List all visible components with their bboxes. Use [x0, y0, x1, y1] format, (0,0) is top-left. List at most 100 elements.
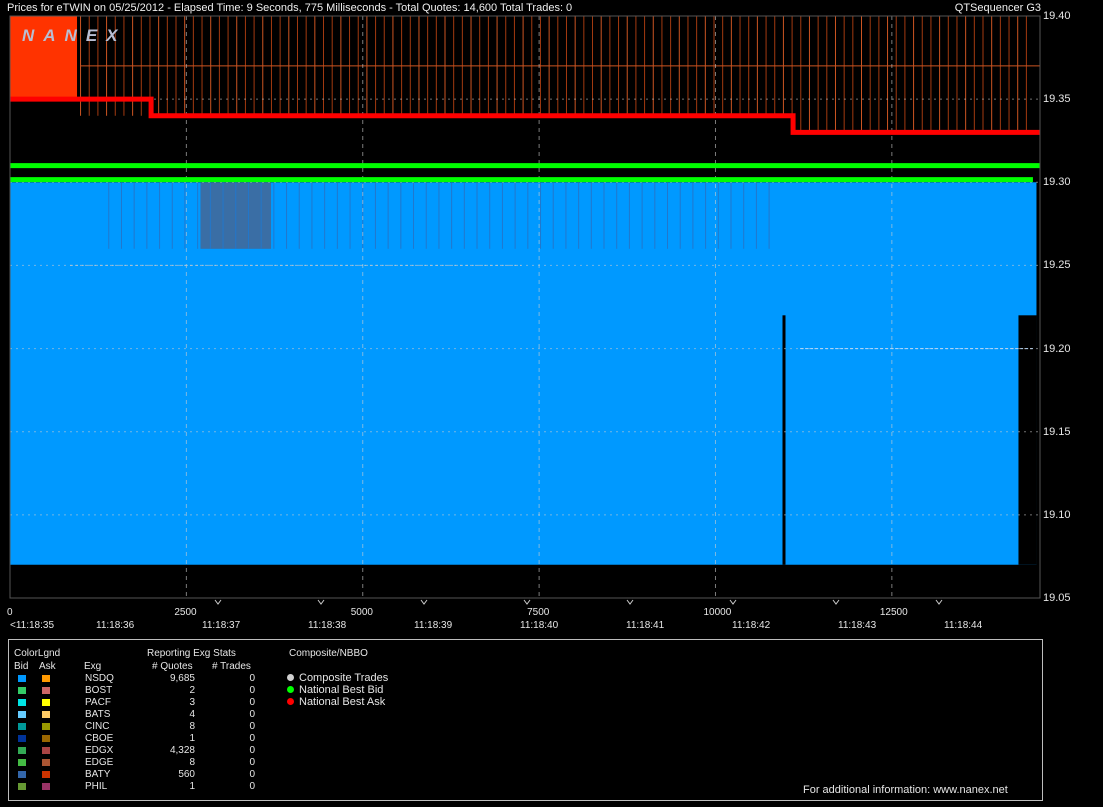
y-tick-label: 19.05 [1043, 592, 1071, 604]
bid-color-swatch [18, 699, 26, 706]
ask-color-swatch [42, 699, 50, 706]
exchange-exg: BATS [85, 709, 111, 720]
exchange-exg: BOST [85, 685, 113, 696]
exchange-quotes: 1 [189, 733, 195, 744]
exchange-exg: CBOE [85, 733, 114, 744]
bid-color-swatch [18, 783, 26, 790]
bid-color-swatch [18, 747, 26, 754]
ask-color-swatch [42, 759, 50, 766]
x-time-label: 11:18:39 [414, 620, 453, 631]
y-tick-label: 19.30 [1043, 176, 1071, 189]
price-chart [9, 15, 1041, 605]
exg-column-header: Exg [84, 661, 102, 672]
exchange-trades: 0 [249, 709, 255, 720]
bid-color-swatch [18, 711, 26, 718]
ask-color-swatch [42, 675, 50, 682]
nanex-logo: NANEX [22, 26, 127, 45]
x-time-label: 11:18:38 [308, 620, 347, 631]
nbbo-label: National Best Bid [299, 684, 384, 696]
ask-color-swatch [42, 711, 50, 718]
bid-color-swatch [18, 675, 26, 682]
ask-color-swatch [42, 747, 50, 754]
exchange-exg: CINC [85, 721, 110, 732]
x-tick-label: 12500 [879, 607, 908, 618]
nbbo-color-dot [287, 698, 294, 705]
nbbo-color-dot [287, 686, 294, 693]
bid-color-swatch [18, 723, 26, 730]
bid-column-header: Bid [14, 661, 29, 672]
exchange-trades: 0 [249, 757, 255, 768]
nbbo-title: Composite/NBBO [289, 648, 368, 659]
exchange-exg: BATY [85, 769, 111, 780]
exchange-quotes: 8 [189, 721, 195, 732]
ask-column-header: Ask [39, 661, 56, 672]
exchange-exg: EDGX [85, 745, 114, 756]
nbbo-label: National Best Ask [299, 696, 386, 708]
x-tick-label: 10000 [703, 607, 732, 618]
exchange-exg: PACF [85, 697, 111, 708]
x-time-label: 11:18:40 [520, 620, 559, 631]
ask-color-swatch [42, 735, 50, 742]
exchange-trades: 0 [249, 697, 255, 708]
time-marker [523, 599, 531, 605]
time-marker [832, 599, 840, 605]
bid-area [10, 182, 1037, 565]
exchange-trades: 0 [249, 769, 255, 780]
exchange-quotes: 4 [189, 709, 195, 720]
time-marker [626, 599, 634, 605]
x-time-label: 11:18:43 [838, 620, 877, 631]
ask-color-swatch [42, 771, 50, 778]
x-tick-label: 5000 [350, 607, 373, 618]
bid-color-swatch [18, 759, 26, 766]
exchange-quotes: 3 [189, 697, 195, 708]
exchange-quotes: 9,685 [169, 673, 195, 684]
exchange-trades: 0 [249, 721, 255, 732]
ask-color-swatch [42, 687, 50, 694]
y-tick-label: 19.25 [1043, 259, 1071, 272]
exchange-quotes: 8 [189, 757, 195, 768]
nbbo-color-dot [287, 674, 294, 681]
x-tick-label: 2500 [174, 607, 197, 618]
x-tick-label: 7500 [527, 607, 550, 618]
exchange-trades: 0 [249, 781, 255, 792]
time-marker [214, 599, 222, 605]
exchange-trades: 0 [249, 685, 255, 696]
exchange-quotes: 560 [178, 769, 195, 780]
exchange-quotes: 4,328 [169, 745, 195, 756]
exchange-exg: NSDQ [85, 673, 114, 684]
legend-panel: ColorLgnd Bid Ask Exg Reporting Exg Stat… [8, 639, 1043, 801]
stats-title: Reporting Exg Stats [147, 648, 236, 659]
ask-color-swatch [42, 783, 50, 790]
quotes-column-header: # Quotes [152, 661, 193, 672]
x-time-label: 11:18:36 [96, 620, 135, 631]
footer-link-text: For additional information: www.nanex.ne… [803, 784, 1008, 796]
trades-column-header: # Trades [212, 661, 251, 672]
x-time-label: <11:18:35 [10, 620, 55, 631]
bid-gap [1018, 315, 1037, 565]
exchange-trades: 0 [249, 733, 255, 744]
bid-color-swatch [18, 735, 26, 742]
bid-gap [782, 315, 786, 565]
color-legend-title: ColorLgnd [14, 648, 61, 659]
exchange-exg: EDGE [85, 757, 114, 768]
bid-color-swatch [18, 771, 26, 778]
y-tick-label: 19.35 [1043, 93, 1071, 106]
exchange-trades: 0 [249, 673, 255, 684]
x-time-label: 11:18:37 [202, 620, 241, 631]
time-marker [935, 599, 943, 605]
bid-color-swatch [18, 687, 26, 694]
y-tick-label: 19.15 [1043, 425, 1071, 438]
exchange-quotes: 1 [189, 781, 195, 792]
time-marker [420, 599, 428, 605]
y-tick-label: 19.20 [1043, 342, 1071, 355]
exchange-trades: 0 [249, 745, 255, 756]
time-marker [729, 599, 737, 605]
exchange-quotes: 2 [189, 685, 195, 696]
y-tick-label: 19.40 [1043, 10, 1071, 22]
exchange-exg: PHIL [85, 781, 108, 792]
x-time-label: 11:18:44 [944, 620, 983, 631]
x-time-label: 11:18:42 [732, 620, 771, 631]
nbbo-label: Composite Trades [299, 672, 389, 684]
x-tick-label: 0 [7, 607, 13, 618]
ask-color-swatch [42, 723, 50, 730]
